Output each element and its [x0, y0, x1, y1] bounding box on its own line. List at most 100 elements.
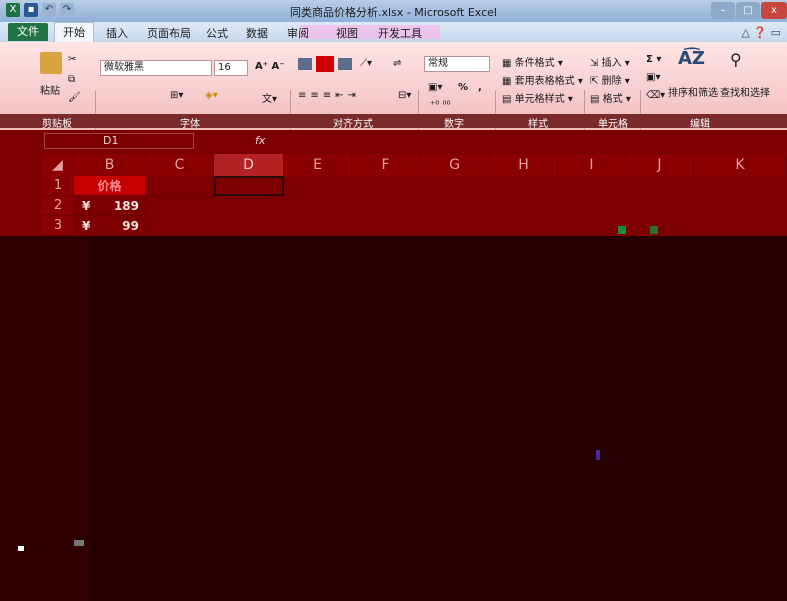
font-group-label: 字体 [180, 119, 200, 130]
border-icon[interactable]: ⊞▾ [170, 90, 183, 101]
conditional-format-icon: ▦ [502, 58, 512, 69]
currency-symbol: ¥ [82, 219, 91, 233]
row-header-2[interactable]: 2 [42, 196, 74, 216]
percent-button[interactable]: % [458, 82, 468, 93]
clipboard-group-label: 剪贴板 [42, 119, 72, 130]
comma-button[interactable]: , [478, 82, 482, 93]
artifact-speck [650, 226, 658, 234]
artifact-speck [74, 540, 84, 546]
find-select-button[interactable]: 查找和选择 [720, 84, 770, 99]
artifact-speck [18, 546, 24, 551]
styles-group-label: 样式 [528, 119, 548, 130]
sort-filter-button[interactable]: 排序和筛选 [668, 84, 718, 99]
decimal-icons[interactable]: ⁺⁰ ⁰⁰ [430, 100, 450, 111]
row-header-1[interactable]: 1 [42, 176, 74, 196]
format-icon: ▤ [590, 94, 600, 105]
wrap-text-icon[interactable]: ⇌ [393, 58, 401, 69]
format-cells-button[interactable]: ▤ 格式 ▾ [590, 90, 631, 105]
paste-button[interactable]: 粘贴 [40, 82, 60, 97]
align-bottom-icon[interactable] [338, 58, 352, 70]
column-header-c[interactable]: C [146, 154, 214, 176]
fill-color-icon[interactable]: ◈▾ [205, 90, 218, 101]
clear-icon[interactable]: ⌫▾ [646, 90, 665, 101]
column-header-g[interactable]: G [420, 154, 490, 176]
insert-cells-button[interactable]: ⇲ 插入 ▾ [590, 54, 630, 69]
name-box[interactable]: D1 [44, 133, 194, 149]
tab-formulas[interactable]: 公式 [206, 25, 228, 41]
alignment-group-label: 对齐方式 [333, 119, 373, 130]
format-as-table-button[interactable]: ▦ 套用表格格式 ▾ [502, 72, 583, 87]
conditional-format-label: 条件格式 [514, 58, 555, 69]
paste-icon[interactable] [40, 52, 62, 74]
fill-icon[interactable]: ▣▾ [646, 72, 660, 83]
row-header-3[interactable]: 3 [42, 216, 74, 236]
close-button[interactable]: x [761, 2, 787, 19]
fx-button[interactable]: fx [255, 134, 265, 147]
tab-developer[interactable]: 开发工具 [378, 25, 422, 41]
price-value: 99 [122, 219, 139, 233]
autosum-icon[interactable]: Σ ▾ [646, 54, 661, 65]
format-as-table-label: 套用表格格式 [514, 76, 575, 87]
tab-home[interactable]: 开始 [54, 22, 94, 42]
copy-icon[interactable]: ⧉ [68, 74, 75, 85]
cut-icon[interactable]: ✂ [68, 54, 76, 65]
tab-insert[interactable]: 插入 [106, 25, 128, 41]
orientation-icon[interactable]: ⟋▾ [360, 58, 372, 69]
artifact-speck [596, 450, 600, 460]
window-title: 同类商品价格分析.xlsx - Microsoft Excel [290, 6, 497, 19]
number-format-combo[interactable]: 常规 [424, 56, 490, 72]
cell-styles-icon: ▤ [502, 94, 512, 105]
format-label: 格式 [602, 94, 623, 105]
format-painter-icon[interactable]: 🖌 [68, 92, 81, 103]
help-icon[interactable]: △ ❓ ▭ [741, 26, 781, 39]
conditional-format-button[interactable]: ▦ 条件格式 ▾ [502, 54, 563, 69]
grow-font-icon[interactable]: A⁺ A⁻ [255, 61, 285, 72]
insert-icon: ⇲ [590, 58, 599, 69]
find-select-icon[interactable]: ⚲ [730, 50, 742, 69]
title-bar: X ▪ ↶ ↷ 同类商品价格分析.xlsx - Microsoft Excel … [0, 0, 787, 22]
currency-icon[interactable]: ▣▾ [428, 82, 442, 93]
column-header-i[interactable]: I [558, 154, 626, 176]
align-top-icon[interactable] [298, 58, 312, 70]
tab-review[interactable]: 审阅 [287, 25, 309, 41]
sort-filter-icon[interactable]: A͡Z [678, 48, 705, 69]
lower-left-strip [0, 236, 90, 601]
tab-page-layout[interactable]: 页面布局 [147, 25, 191, 41]
align-horizontal-icons[interactable]: ≡≡≡⇤⇥ [298, 90, 360, 101]
column-header-f[interactable]: F [352, 154, 420, 176]
column-header-j[interactable]: J [626, 154, 694, 176]
delete-cells-button[interactable]: ⇱ 删除 ▾ [590, 72, 630, 87]
price-value: 189 [113, 199, 139, 213]
tab-data[interactable]: 数据 [246, 25, 268, 41]
cell-styles-button[interactable]: ▤ 单元格样式 ▾ [502, 90, 573, 105]
cells-group-label: 单元格 [598, 119, 628, 130]
editing-group-label: 编辑 [690, 119, 710, 130]
insert-label: 插入 [601, 58, 622, 69]
cell-b3[interactable]: ¥ 99 [74, 216, 146, 236]
tab-file[interactable]: 文件 [8, 23, 48, 41]
minimize-button[interactable]: – [711, 2, 735, 19]
cell-c1[interactable] [146, 176, 214, 196]
tab-view[interactable]: 视图 [336, 25, 358, 41]
cell-d1-active[interactable] [214, 176, 284, 196]
align-middle-icon[interactable] [316, 56, 334, 72]
column-header-h[interactable]: H [490, 154, 558, 176]
cell-b1[interactable]: 价格 [74, 176, 146, 196]
delete-label: 删除 [601, 76, 622, 87]
phonetic-icon[interactable]: 文▾ [262, 90, 277, 105]
column-header-e[interactable]: E [284, 154, 352, 176]
merge-center-icon[interactable]: ⊟▾ [398, 90, 411, 101]
currency-symbol: ¥ [82, 199, 91, 213]
maximize-button[interactable]: □ [736, 2, 760, 19]
column-header-d[interactable]: D [214, 154, 284, 176]
artifact-speck [618, 226, 626, 234]
column-header-k[interactable]: K [694, 154, 787, 176]
number-group-label: 数字 [444, 119, 464, 130]
select-all-corner[interactable]: ◢ [42, 154, 74, 176]
column-header-b[interactable]: B [74, 154, 146, 176]
lower-render-area [0, 236, 787, 601]
cell-b2[interactable]: ¥ 189 [74, 196, 146, 216]
font-size-combo[interactable]: 16 [214, 60, 248, 76]
ribbon-tabs: 文件 开始 插入 页面布局 公式 数据 审阅 视图 开发工具 △ ❓ ▭ [0, 22, 787, 42]
font-name-combo[interactable]: 微软雅黑 [100, 60, 212, 76]
